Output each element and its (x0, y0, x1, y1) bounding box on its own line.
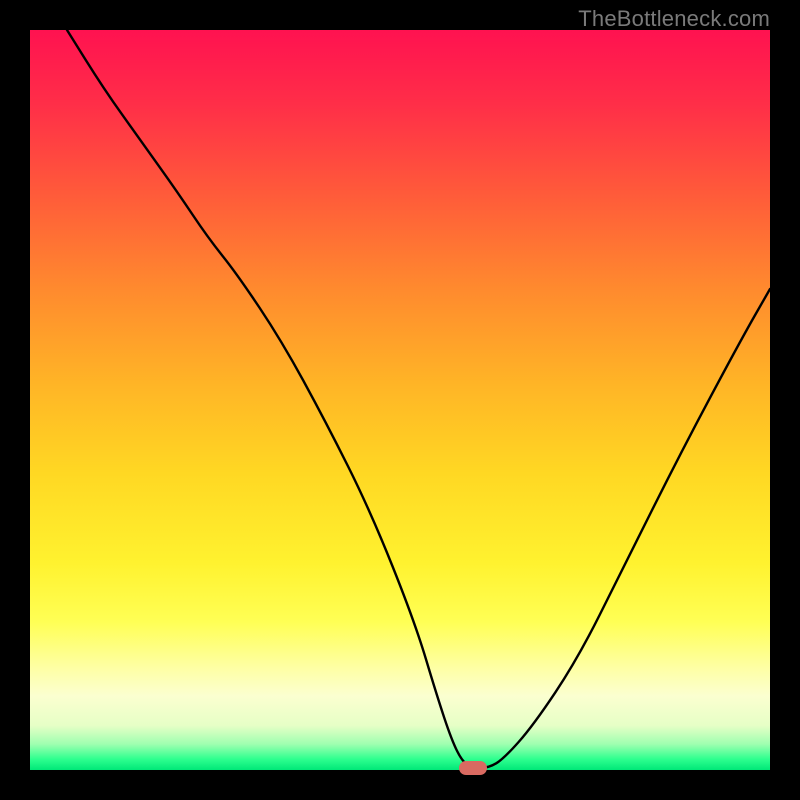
plot-area (30, 30, 770, 770)
watermark-text: TheBottleneck.com (578, 6, 770, 32)
bottleneck-curve (30, 30, 770, 770)
optimal-marker (459, 761, 487, 775)
chart-frame: TheBottleneck.com (0, 0, 800, 800)
